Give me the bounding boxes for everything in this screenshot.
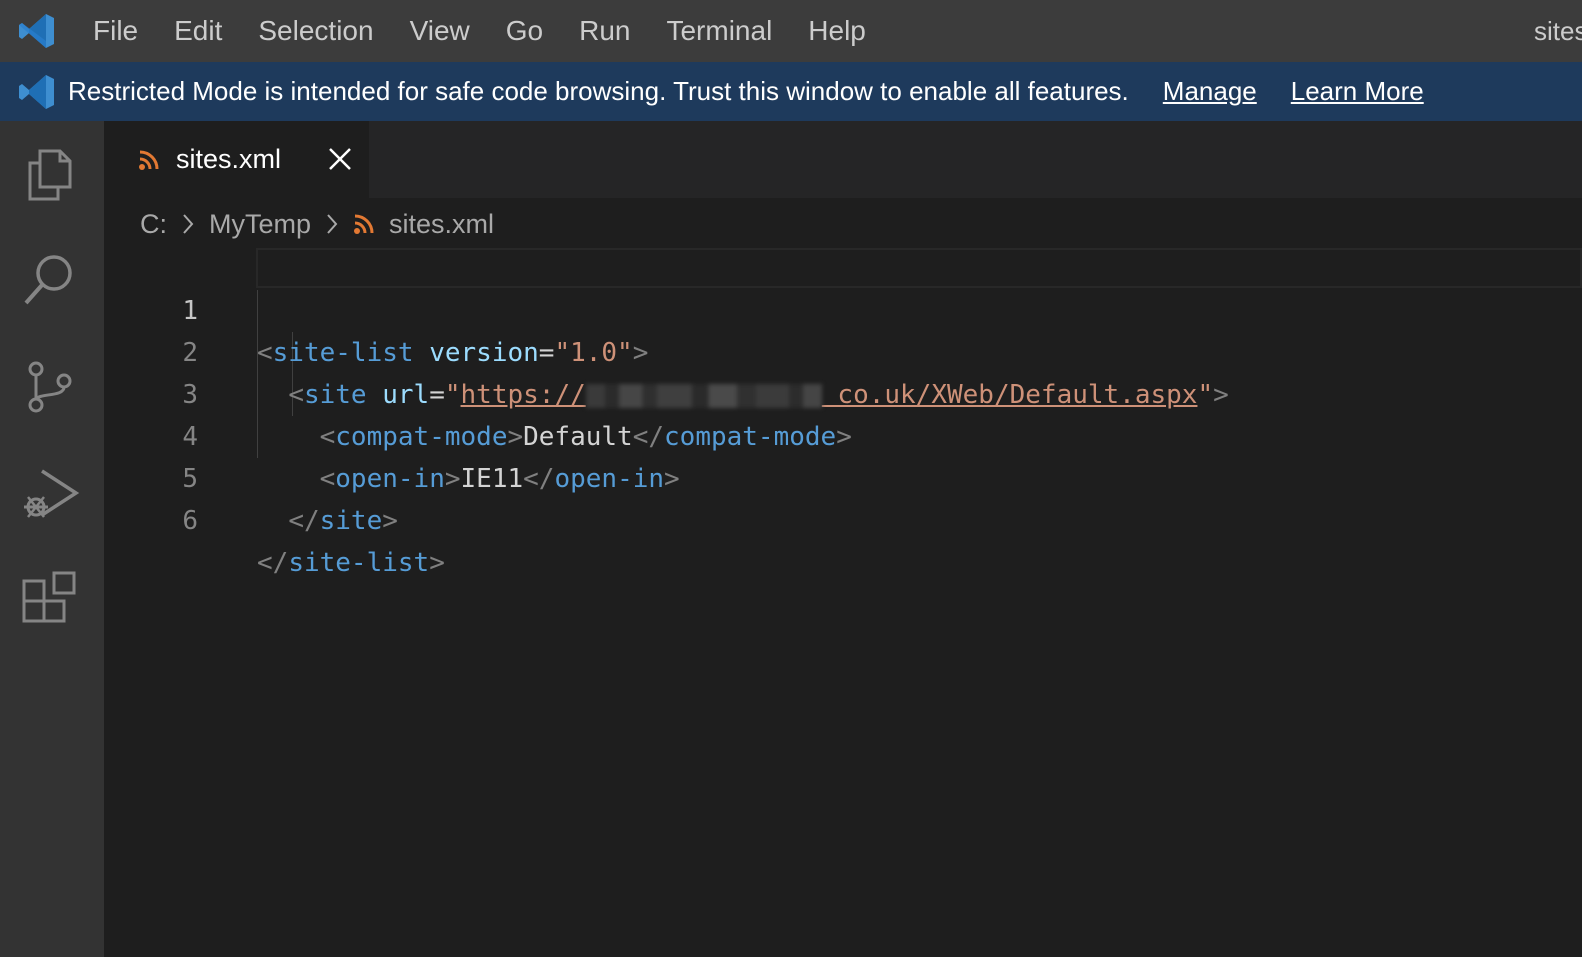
menu-view[interactable]: View <box>392 0 488 62</box>
banner-message: Restricted Mode is intended for safe cod… <box>68 76 1129 106</box>
search-icon[interactable] <box>20 249 80 309</box>
manage-link[interactable]: Manage <box>1163 76 1257 107</box>
tab-sites-xml[interactable]: sites.xml <box>104 121 369 198</box>
menu-terminal[interactable]: Terminal <box>648 0 790 62</box>
code-line-1[interactable]: 1 <site-list version="1.0"> <box>104 248 648 368</box>
extensions-icon[interactable] <box>20 571 80 631</box>
menu-bar: File Edit Selection View Go Run Terminal… <box>0 0 1582 62</box>
menu-help[interactable]: Help <box>790 0 884 62</box>
breadcrumb-folder[interactable]: MyTemp <box>209 209 311 240</box>
code-line-6[interactable]: 6 </site-list> <box>104 458 445 578</box>
restricted-mode-banner: Restricted Mode is intended for safe cod… <box>0 62 1582 121</box>
window-title: sites.xml <box>1534 16 1582 46</box>
menu-go[interactable]: Go <box>488 0 561 62</box>
rss-icon <box>139 150 159 170</box>
tab-label: sites.xml <box>176 144 282 174</box>
code-line-3[interactable]: 3 <compat-mode>Default</compat-mode> <box>104 332 852 452</box>
editor-tab-bar: sites.xml <box>104 121 1582 198</box>
breadcrumb-file[interactable]: sites.xml <box>389 209 494 240</box>
menu-selection[interactable]: Selection <box>240 0 391 62</box>
chevron-right-icon <box>327 214 338 234</box>
vscode-logo-icon <box>19 14 54 48</box>
code-line-4[interactable]: 4 <open-in>IE11</open-in> <box>104 374 679 494</box>
line-number: 6 <box>182 506 198 536</box>
url-value[interactable]: https:// co.uk/XWeb/Default.aspx <box>461 380 1198 410</box>
chevron-right-icon <box>183 214 194 234</box>
source-control-icon[interactable] <box>20 357 80 417</box>
code-editor[interactable]: 1 <site-list version="1.0"> 2 <site url=… <box>104 248 1582 957</box>
vscode-logo-icon <box>19 74 54 109</box>
run-debug-icon[interactable] <box>20 463 80 523</box>
close-icon[interactable] <box>326 145 354 173</box>
breadcrumb-drive[interactable]: C: <box>140 209 167 240</box>
rss-icon <box>354 214 374 234</box>
current-line-highlight <box>256 248 1582 288</box>
learn-more-link[interactable]: Learn More <box>1291 76 1424 107</box>
menu-edit[interactable]: Edit <box>156 0 240 62</box>
redacted-domain <box>585 383 822 408</box>
code-line-5[interactable]: 5 </site> <box>104 416 398 536</box>
files-icon[interactable] <box>20 143 80 203</box>
menu-file[interactable]: File <box>75 0 156 62</box>
code-line-2[interactable]: 2 <site url="https:// co.uk/XWeb/Default… <box>104 290 1228 410</box>
activity-bar <box>0 121 104 957</box>
breadcrumb: C: MyTemp sites.xml <box>140 200 494 248</box>
menu-run[interactable]: Run <box>561 0 648 62</box>
